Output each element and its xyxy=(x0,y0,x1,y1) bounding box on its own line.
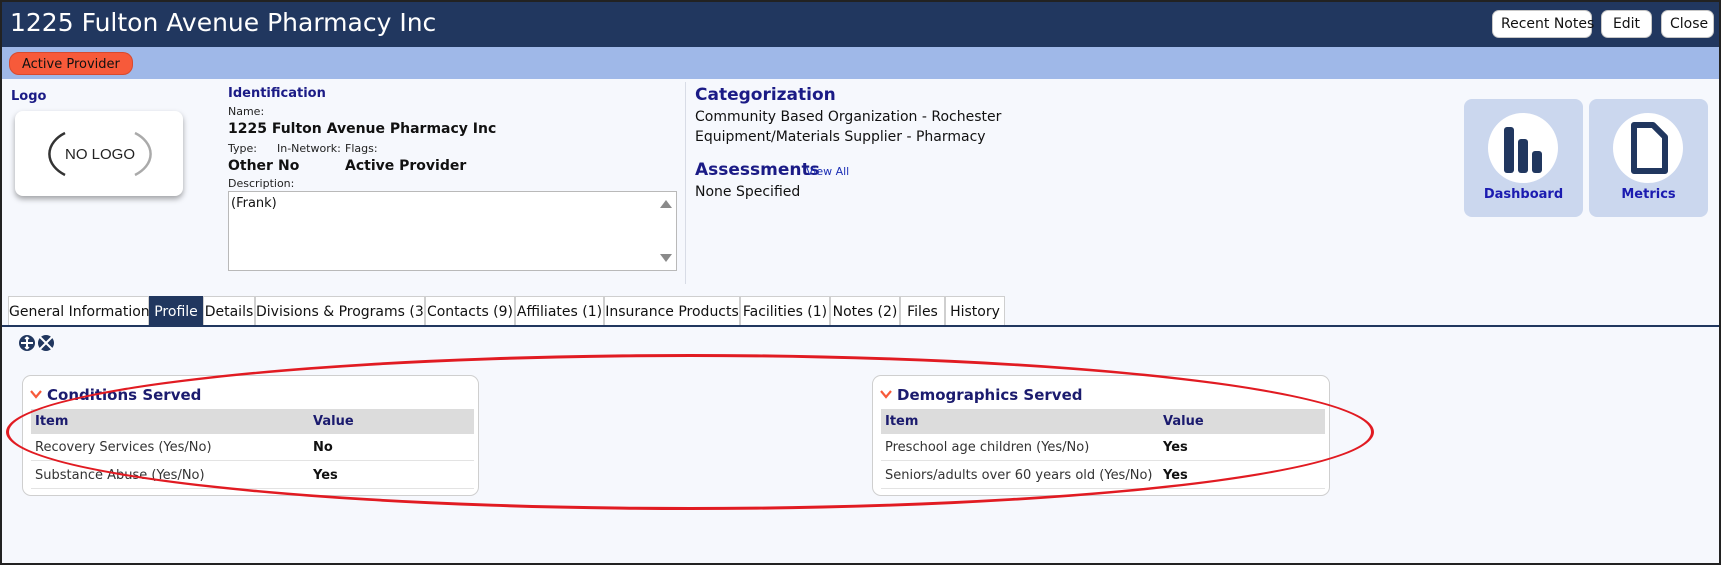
row-item: Substance Abuse (Yes/No) xyxy=(35,468,205,483)
title-bar: 1225 Fulton Avenue Pharmacy Inc Recent N… xyxy=(2,2,1719,47)
assessments-heading: Assessments xyxy=(695,160,820,180)
expand-all-icon[interactable] xyxy=(19,335,35,351)
row-item: Seniors/adults over 60 years old (Yes/No… xyxy=(885,468,1153,483)
expand-collapse-controls xyxy=(19,335,54,351)
provider-window: 1225 Fulton Avenue Pharmacy Inc Recent N… xyxy=(0,0,1721,565)
row-value: Yes xyxy=(313,468,338,483)
column-header-item: Item xyxy=(885,414,919,429)
row-value: No xyxy=(313,440,333,455)
in-network-label: In-Network: xyxy=(277,142,341,155)
description-field[interactable]: (Frank) xyxy=(228,191,677,271)
name-label: Name: xyxy=(228,105,265,118)
document-icon xyxy=(1631,122,1668,174)
provider-name: 1225 Fulton Avenue Pharmacy Inc xyxy=(228,121,497,137)
tab-notes[interactable]: Notes (2) xyxy=(830,296,900,326)
column-header-item: Item xyxy=(35,414,69,429)
tab-general-information[interactable]: General Information xyxy=(8,296,150,326)
collapse-all-icon[interactable] xyxy=(38,335,54,351)
table-row: Substance Abuse (Yes/No) Yes xyxy=(31,462,474,489)
conditions-served-panel: Conditions Served Item Value Recovery Se… xyxy=(22,375,479,496)
dashboard-tile[interactable]: Dashboard xyxy=(1464,99,1583,217)
category-item: Equipment/Materials Supplier - Pharmacy xyxy=(695,129,986,145)
category-item: Community Based Organization - Rochester xyxy=(695,109,1002,125)
description-label: Description: xyxy=(228,177,295,190)
table-row: Preschool age children (Yes/No) Yes xyxy=(881,434,1325,461)
status-badge: Active Provider xyxy=(9,52,133,75)
in-network-value: No xyxy=(278,158,300,174)
type-value: Other xyxy=(228,158,273,174)
tab-profile[interactable]: Profile xyxy=(149,296,203,326)
logo-placeholder: NO LOGO xyxy=(15,111,183,196)
logo-heading: Logo xyxy=(11,89,47,104)
close-button[interactable]: Close xyxy=(1661,10,1714,38)
tab-underline xyxy=(2,325,1719,327)
status-bar: Active Provider xyxy=(2,47,1719,79)
tab-contacts[interactable]: Contacts (9) xyxy=(425,296,515,326)
row-item: Preschool age children (Yes/No) xyxy=(885,440,1090,455)
type-label: Type: xyxy=(228,142,257,155)
row-value: Yes xyxy=(1163,468,1188,483)
assessments-value: None Specified xyxy=(695,184,801,200)
metrics-tile[interactable]: Metrics xyxy=(1589,99,1708,217)
edit-button[interactable]: Edit xyxy=(1601,10,1652,38)
row-value: Yes xyxy=(1163,440,1188,455)
categorization-heading: Categorization xyxy=(695,85,836,105)
no-logo-text: NO LOGO xyxy=(65,146,135,163)
collapse-chevron-icon[interactable] xyxy=(30,389,42,399)
scroll-up-icon[interactable] xyxy=(660,200,672,208)
table-header: Item Value xyxy=(881,409,1325,434)
scroll-down-icon[interactable] xyxy=(660,254,672,262)
tab-divisions-programs[interactable]: Divisions & Programs (3) xyxy=(255,296,429,326)
column-header-value: Value xyxy=(1163,414,1204,429)
tab-files[interactable]: Files xyxy=(900,296,945,326)
tab-details[interactable]: Details xyxy=(203,296,255,326)
tab-history[interactable]: History xyxy=(945,296,1005,326)
section-divider xyxy=(685,82,686,284)
dashboard-label: Dashboard xyxy=(1483,187,1564,202)
tab-facilities[interactable]: Facilities (1) xyxy=(740,296,830,326)
tab-affiliates[interactable]: Affiliates (1) xyxy=(515,296,604,326)
table-row: Recovery Services (Yes/No) No xyxy=(31,434,474,461)
view-all-link[interactable]: View All xyxy=(806,165,849,178)
page-title: 1225 Fulton Avenue Pharmacy Inc xyxy=(10,8,437,37)
tab-insurance-products[interactable]: Insurance Products xyxy=(604,296,740,326)
table-row: Seniors/adults over 60 years old (Yes/No… xyxy=(881,462,1325,489)
conditions-served-title: Conditions Served xyxy=(47,386,202,404)
no-logo-icon: NO LOGO xyxy=(48,131,152,177)
demographics-served-title: Demographics Served xyxy=(897,386,1083,404)
metrics-label: Metrics xyxy=(1621,187,1676,202)
row-item: Recovery Services (Yes/No) xyxy=(35,440,212,455)
identification-heading: Identification xyxy=(228,86,326,101)
table-header: Item Value xyxy=(31,409,474,434)
description-text: (Frank) xyxy=(231,196,277,211)
column-header-value: Value xyxy=(313,414,354,429)
bar-chart-icon xyxy=(1504,127,1542,173)
flags-value: Active Provider xyxy=(345,158,467,174)
collapse-chevron-icon[interactable] xyxy=(880,389,892,399)
recent-notes-button[interactable]: Recent Notes xyxy=(1492,10,1594,38)
demographics-served-panel: Demographics Served Item Value Preschool… xyxy=(872,375,1330,496)
flags-label: Flags: xyxy=(345,142,378,155)
